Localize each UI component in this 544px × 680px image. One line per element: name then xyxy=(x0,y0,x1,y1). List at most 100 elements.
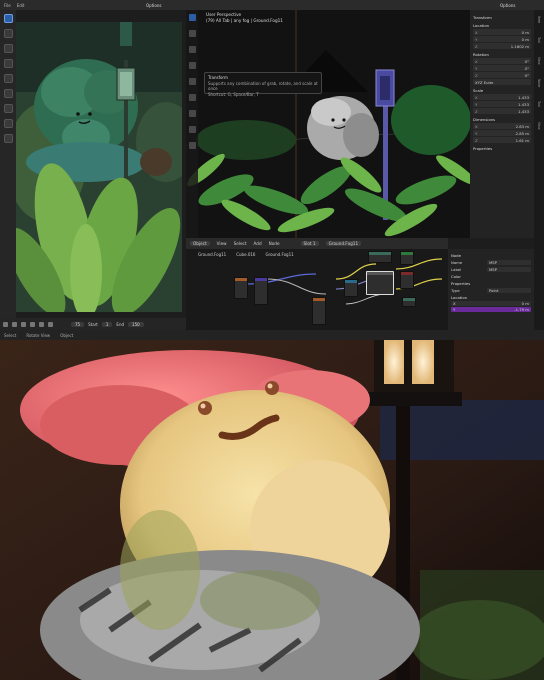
rotation-x-field[interactable]: X 0° xyxy=(473,58,531,64)
add-cube-tool-icon[interactable] xyxy=(3,134,13,143)
next-keyframe-icon[interactable] xyxy=(39,321,44,327)
node-properties-section-header[interactable]: Properties xyxy=(451,281,531,286)
location-x-field[interactable]: X 0 m xyxy=(473,29,531,35)
dimensions-x-field[interactable]: X 2.83 m xyxy=(473,123,531,129)
select-box-icon[interactable] xyxy=(188,14,196,21)
node-math[interactable] xyxy=(368,251,392,263)
node-location-x[interactable]: X 0 m xyxy=(451,301,531,306)
scale-label: Scale xyxy=(473,88,484,93)
rotation-y-field[interactable]: Y 0° xyxy=(473,65,531,71)
start-frame-field[interactable]: 1 xyxy=(101,321,113,327)
menu-file[interactable]: File xyxy=(4,3,11,8)
breadcrumb-nodetree[interactable]: Ground.Fog11 xyxy=(265,252,293,257)
node-noise[interactable] xyxy=(312,297,326,325)
options-button-left[interactable]: Options xyxy=(146,3,161,8)
menu-edit[interactable]: Edit xyxy=(17,3,25,8)
menu-node[interactable]: Node xyxy=(269,241,280,246)
menu-select[interactable]: Select xyxy=(234,241,247,246)
node-mapping[interactable] xyxy=(254,277,268,305)
location-z-field[interactable]: Z 1.1602 m xyxy=(473,43,531,49)
node-value[interactable] xyxy=(402,297,416,307)
scale-z-field[interactable]: Z 1.433 xyxy=(473,108,531,114)
rotation-mode-select[interactable]: XYZ Euler xyxy=(473,79,531,85)
transform-section-header[interactable]: Transform xyxy=(473,15,531,20)
location-axis-label: Z xyxy=(475,43,478,49)
cursor-icon[interactable] xyxy=(188,30,196,37)
breadcrumb-object[interactable]: Cube.016 xyxy=(236,252,255,257)
viewport-toolbar xyxy=(186,10,198,238)
location-y-field[interactable]: Y 0 m xyxy=(473,36,531,42)
measure-tool-icon[interactable] xyxy=(3,119,13,128)
menu-view[interactable]: View xyxy=(217,241,227,246)
cursor-tool-icon[interactable] xyxy=(3,29,13,38)
tab-node[interactable]: Node xyxy=(537,79,541,87)
node-name-field[interactable]: Name MSP xyxy=(451,259,531,265)
rotation-z-field[interactable]: Z 0° xyxy=(473,72,531,78)
current-frame-field[interactable]: 75 xyxy=(71,321,85,327)
prev-keyframe-icon[interactable] xyxy=(12,321,17,327)
select-tool-icon[interactable] xyxy=(3,14,13,23)
rotation-axis-label: X xyxy=(475,58,478,64)
dimensions-y-field[interactable]: Y 2.85 m xyxy=(473,130,531,136)
color-section-header[interactable]: Color xyxy=(451,274,531,279)
node-breadcrumbs: Ground.Fog11 Cube.016 Ground.Fog11 xyxy=(198,252,294,257)
move-icon[interactable] xyxy=(188,46,196,53)
annotate-icon[interactable] xyxy=(188,110,196,117)
tab-tool-2[interactable]: Tool xyxy=(537,101,541,107)
tab-tool[interactable]: Tool xyxy=(537,37,541,43)
dimensions-axis-label: X xyxy=(475,123,478,129)
node-colorramp[interactable] xyxy=(344,279,358,297)
end-frame-field[interactable]: 150 xyxy=(128,321,144,327)
menu-add[interactable]: Add xyxy=(254,241,262,246)
measure-icon[interactable] xyxy=(188,126,196,133)
node-mix-selected[interactable] xyxy=(366,271,394,295)
screenshot-root: File Edit Options Options User Perspecti… xyxy=(0,0,544,680)
dimensions-label: Dimensions xyxy=(473,117,496,122)
dimensions-z-field[interactable]: Z 1.61 m xyxy=(473,137,531,143)
add-object-icon[interactable] xyxy=(188,142,196,149)
node-name-value[interactable]: MSP xyxy=(487,259,531,265)
node-type-value[interactable]: Point xyxy=(487,287,531,293)
tab-view[interactable]: View xyxy=(537,57,541,65)
annotate-tool-icon[interactable] xyxy=(3,104,13,113)
jump-end-icon[interactable] xyxy=(48,321,53,327)
render-illustration xyxy=(0,340,544,680)
scale-tool-icon[interactable] xyxy=(3,74,13,83)
node-editor-canvas[interactable] xyxy=(186,249,448,331)
camera-viewport[interactable] xyxy=(16,22,182,312)
scale-icon[interactable] xyxy=(188,78,196,85)
3d-viewport[interactable] xyxy=(186,10,470,238)
node-location-y-axis: Y xyxy=(453,307,456,312)
transform-icon[interactable] xyxy=(188,94,196,101)
scale-axis-label: Y xyxy=(475,101,478,107)
transform-tool-icon[interactable] xyxy=(3,89,13,98)
scale-y-field[interactable]: Y 1.433 xyxy=(473,101,531,107)
rotate-tool-icon[interactable] xyxy=(3,59,13,68)
rotate-icon[interactable] xyxy=(188,62,196,69)
options-button-right[interactable]: Options xyxy=(500,3,515,8)
node-texcoord[interactable] xyxy=(234,277,248,299)
properties-section-header[interactable]: Properties xyxy=(473,146,531,151)
node-section-header[interactable]: Node xyxy=(451,253,531,258)
node-location-x-axis: X xyxy=(453,301,456,306)
node-location-y[interactable]: Y -1.79 m xyxy=(451,307,531,312)
transform-tooltip: Transform Supports any combination of gr… xyxy=(204,72,322,97)
slot-select[interactable]: Slot 1 xyxy=(300,241,319,246)
object-mode-select[interactable]: Object xyxy=(190,241,210,246)
breadcrumb-material[interactable]: Ground.Fog11 xyxy=(198,252,226,257)
node-output[interactable] xyxy=(400,271,414,289)
node-label-field[interactable]: Label MSP xyxy=(451,266,531,272)
play-reverse-icon[interactable] xyxy=(21,321,26,327)
play-icon[interactable] xyxy=(30,321,35,327)
scale-x-field[interactable]: X 1.433 xyxy=(473,94,531,100)
move-tool-icon[interactable] xyxy=(3,44,13,53)
node-bsdf[interactable] xyxy=(400,251,414,265)
node-label-value[interactable]: MSP xyxy=(487,266,531,272)
tab-item[interactable]: Item xyxy=(537,16,541,23)
node-type-field[interactable]: Type Point xyxy=(451,287,531,293)
dimensions-value: 2.83 m xyxy=(515,123,529,129)
tab-view-2[interactable]: View xyxy=(537,122,541,130)
material-select[interactable]: Ground.Fog11 xyxy=(325,241,362,246)
jump-start-icon[interactable] xyxy=(3,321,8,327)
location-value: 0 m xyxy=(521,36,529,42)
